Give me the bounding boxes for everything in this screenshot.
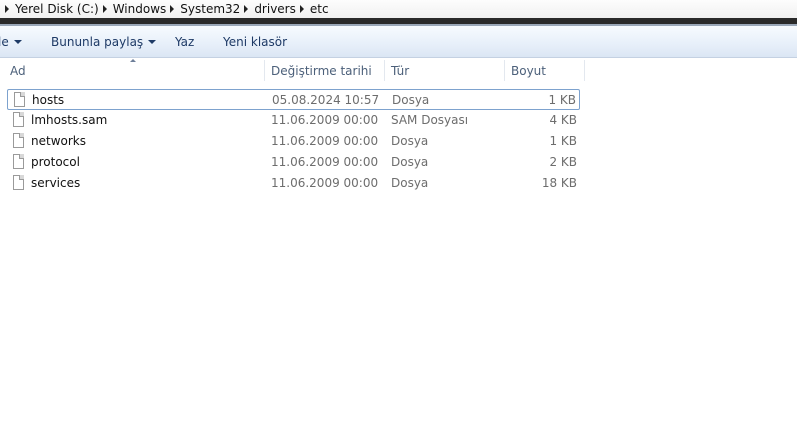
column-header-row: Ad Değiştirme tarihi Tür Boyut — [0, 58, 585, 83]
column-separator[interactable] — [264, 60, 265, 81]
file-icon — [13, 154, 24, 169]
column-header-name[interactable]: Ad — [10, 58, 26, 83]
file-name: protocol — [31, 155, 80, 169]
breadcrumb-item-system32[interactable]: System32 — [180, 2, 240, 16]
column-separator[interactable] — [584, 60, 585, 81]
file-size: 2 KB — [549, 155, 577, 169]
breadcrumb-chevron-icon[interactable] — [170, 5, 175, 13]
file-name: lmhosts.sam — [31, 113, 108, 127]
file-name: networks — [31, 134, 86, 148]
share-with-button[interactable]: Bununla paylaş — [51, 34, 157, 50]
new-folder-button[interactable]: Yeni klasör — [223, 34, 287, 50]
file-size: 18 KB — [541, 176, 577, 190]
share-with-label: Bununla paylaş — [51, 35, 144, 49]
breadcrumb-chevron-icon[interactable] — [244, 5, 249, 13]
address-bar[interactable]: Yerel Disk (C:) Windows System32 drivers… — [0, 0, 797, 18]
column-header-size[interactable]: Boyut — [511, 58, 546, 83]
file-name: hosts — [32, 93, 65, 107]
chevron-down-icon — [148, 40, 157, 44]
breadcrumb-chevron-icon[interactable] — [102, 5, 107, 13]
column-header-date-label: Değiştirme tarihi — [271, 63, 372, 78]
file-icon — [14, 92, 25, 107]
print-button[interactable]: Yaz — [175, 34, 194, 50]
column-separator[interactable] — [384, 60, 385, 81]
new-folder-label: Yeni klasör — [223, 35, 288, 49]
breadcrumb-item-windows[interactable]: Windows — [113, 2, 167, 16]
file-type: Dosya — [391, 134, 429, 148]
organize-button-label: le — [0, 35, 9, 49]
file-date: 11.06.2009 00:00 — [271, 155, 379, 169]
file-row-services[interactable]: services 11.06.2009 00:00 Dosya 18 KB — [7, 173, 580, 194]
breadcrumb-chevron-icon[interactable] — [5, 5, 9, 13]
command-toolbar: le Bununla paylaş Yaz Yeni klasör — [0, 26, 797, 58]
organize-button[interactable]: le — [0, 34, 22, 50]
chevron-down-icon — [13, 40, 22, 44]
file-type: Dosya — [391, 176, 429, 190]
column-header-size-label: Boyut — [511, 63, 546, 78]
file-date: 11.06.2009 00:00 — [271, 176, 379, 190]
breadcrumb-item-drivers[interactable]: drivers — [254, 2, 296, 16]
file-date: 11.06.2009 00:00 — [271, 134, 379, 148]
file-size: 1 KB — [548, 93, 576, 107]
file-type: SAM Dosyası — [391, 113, 469, 127]
file-row-protocol[interactable]: protocol 11.06.2009 00:00 Dosya 2 KB — [7, 152, 580, 173]
breadcrumb-item-local-disk[interactable]: Yerel Disk (C:) — [15, 2, 99, 16]
file-type: Dosya — [391, 155, 429, 169]
file-row-lmhosts[interactable]: lmhosts.sam 11.06.2009 00:00 SAM Dosyası… — [7, 110, 580, 131]
print-label: Yaz — [175, 35, 195, 49]
file-row-networks[interactable]: networks 11.06.2009 00:00 Dosya 1 KB — [7, 131, 580, 152]
file-row-hosts[interactable]: hosts 05.08.2024 10:57 Dosya 1 KB — [7, 89, 580, 110]
column-header-type[interactable]: Tür — [391, 58, 409, 83]
column-header-date[interactable]: Değiştirme tarihi — [271, 58, 372, 83]
file-type: Dosya — [392, 93, 430, 107]
file-icon — [13, 175, 24, 190]
file-date: 11.06.2009 00:00 — [271, 113, 379, 127]
sort-ascending-icon — [130, 59, 136, 62]
file-date: 05.08.2024 10:57 — [272, 93, 380, 107]
file-size: 4 KB — [549, 113, 577, 127]
column-separator[interactable] — [504, 60, 505, 81]
file-icon — [13, 133, 24, 148]
column-header-type-label: Tür — [391, 63, 410, 78]
file-name: services — [31, 176, 81, 190]
column-header-name-label: Ad — [10, 63, 26, 78]
breadcrumb-chevron-icon[interactable] — [299, 5, 304, 13]
file-size: 1 KB — [549, 134, 577, 148]
breadcrumb-item-etc[interactable]: etc — [310, 2, 329, 16]
file-icon — [13, 112, 24, 127]
breadcrumb: Yerel Disk (C:) Windows System32 drivers… — [3, 1, 329, 17]
